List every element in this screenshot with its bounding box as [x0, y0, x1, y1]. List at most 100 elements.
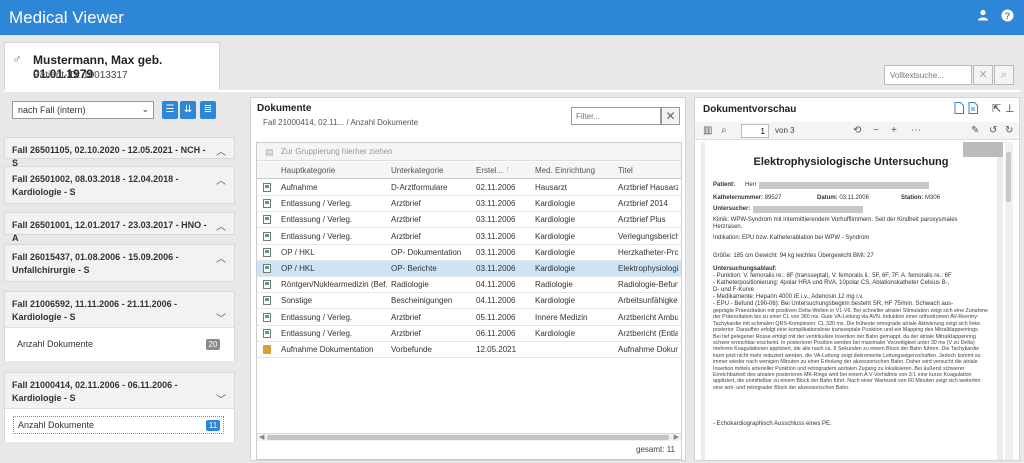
- case-item[interactable]: Fall 26015437, 01.08.2006 - 15.09.2006 -…: [4, 244, 235, 282]
- patient-salutation: Herr: [745, 182, 757, 188]
- table-row[interactable]: Entlassung / Verleg. Arztbrief 03.11.2006 K…: [257, 229, 681, 245]
- grouping-select[interactable]: nach Fall (intern) ⌄: [12, 101, 154, 119]
- table-cell: 12.05.2021: [476, 345, 517, 354]
- case-item[interactable]: Fall 26501002, 08.03.2018 - 12.04.2018 -…: [4, 166, 235, 204]
- pdf-viewport[interactable]: Elektrophysiologische Untersuchung Patie…: [701, 142, 1003, 460]
- column-header[interactable]: Titel: [618, 166, 633, 175]
- grouping-drop-zone[interactable]: ▤ Zur Gruppierung hierher ziehen: [257, 143, 681, 161]
- table-cell: Arztbrief: [391, 199, 421, 209]
- table-row[interactable]: Sonstige Bescheinigungen 04.11.2006 Kardiol…: [257, 293, 681, 310]
- grid-header: Hauptkategorie Unterkategorie Erstel... …: [257, 162, 681, 179]
- rotate-icon[interactable]: ⟲: [853, 125, 861, 136]
- case-title: Fall 21000414, 02.11.2006 - 06.11.2006 -…: [12, 380, 178, 403]
- rotate-right-icon[interactable]: ↻: [1005, 125, 1013, 136]
- table-row[interactable]: Entlassung / Verleg. Arztbrief 05.11.2006 I…: [257, 310, 681, 326]
- case-item[interactable]: Fall 26501105, 02.10.2020 - 12.05.2021 -…: [4, 137, 235, 168]
- table-cell: Verlegungsbericht (vc: [618, 231, 678, 241]
- table-cell: Radiologie: [535, 280, 573, 290]
- clear-search-button[interactable]: ✕: [973, 65, 993, 85]
- fulltext-search-input[interactable]: [884, 65, 972, 85]
- document-icon: [263, 312, 271, 322]
- chevron-up-icon[interactable]: ︿: [216, 250, 226, 265]
- scroll-right-icon[interactable]: ▶: [674, 433, 679, 441]
- table-row[interactable]: Röntgen/Nuklearmedizin (Bef... Radiologie…: [257, 277, 681, 294]
- table-cell: 03.11.2006: [476, 247, 516, 257]
- sidebar-toggle-icon[interactable]: ▥: [703, 125, 712, 136]
- help-icon[interactable]: ?: [999, 9, 1015, 25]
- table-row[interactable]: Entlassung / Verleg. Arztbrief 03.11.2006 K…: [257, 196, 681, 213]
- table-row[interactable]: Aufnahme Dokumentation Vorbefunde 12.05.20…: [257, 342, 681, 358]
- pin-icon[interactable]: ⊥: [1005, 102, 1015, 115]
- table-cell: Arztbrief: [391, 231, 421, 241]
- chevron-up-icon[interactable]: ︿: [216, 172, 226, 187]
- column-header[interactable]: Erstel...: [476, 166, 503, 175]
- epu-line: - EPU - Befund (190-06): Bei Untersuchun…: [713, 301, 954, 307]
- table-cell: Radiologie: [391, 280, 429, 290]
- table-row[interactable]: Aufnahme D-Arztformulare 02.11.2006 Hausarz…: [257, 180, 681, 196]
- chevron-up-icon[interactable]: ︿: [216, 143, 226, 158]
- preview-scrollbar[interactable]: [1005, 142, 1013, 460]
- clear-filter-button[interactable]: ✕: [661, 107, 680, 125]
- documents-filter-input[interactable]: [571, 107, 661, 125]
- list-view-button[interactable]: ☰: [162, 101, 178, 119]
- scrollbar-thumb[interactable]: [1006, 152, 1011, 202]
- table-cell: Vorbefunde: [391, 345, 432, 354]
- page-number-input[interactable]: [741, 124, 769, 138]
- expand-all-button[interactable]: ⇊: [180, 101, 196, 119]
- table-cell: Aufnahme Dokumentation: [618, 345, 678, 354]
- document-count-label[interactable]: Anzahl Dokumente: [17, 339, 93, 349]
- case-item[interactable]: Fall 21000414, 02.11.2006 - 06.11.2006 -…: [4, 372, 235, 442]
- more-icon[interactable]: ⋯: [911, 125, 921, 136]
- scroll-left-icon[interactable]: ◀: [259, 433, 264, 441]
- table-cell: Arztbrief Hausarzt: [618, 183, 678, 192]
- detail-list-button[interactable]: ≣: [200, 101, 216, 119]
- zoom-in-icon[interactable]: +: [891, 125, 897, 136]
- table-cell: Arztbrief: [391, 215, 421, 225]
- table-row[interactable]: Entlassung / Verleg. Arztbrief 06.11.2006 K…: [257, 326, 681, 342]
- documents-title: Dokumente: [257, 103, 312, 114]
- table-row[interactable]: OP / HKL OP- Berichte 03.11.2006 Kardiologi…: [257, 261, 681, 277]
- column-header[interactable]: Med. Einrichtung: [535, 166, 595, 175]
- document-icon: [263, 215, 271, 225]
- table-cell: Entlassung / Verleg.: [281, 312, 353, 322]
- case-item[interactable]: Fall 26501001, 12.01.2017 - 23.03.2017 -…: [4, 212, 235, 243]
- zoom-out-icon[interactable]: −: [873, 125, 879, 136]
- search-button[interactable]: ⌕: [994, 65, 1014, 85]
- column-header[interactable]: Unterkategorie: [391, 166, 443, 175]
- documents-total: gesamt: 11: [636, 445, 675, 454]
- search-icon[interactable]: ⌕: [721, 125, 727, 136]
- chevron-up-icon[interactable]: ︿: [216, 218, 226, 233]
- table-cell: 03.11.2006: [476, 199, 516, 209]
- document-list-icon[interactable]: [968, 102, 978, 117]
- document-count-label[interactable]: Anzahl Dokumente: [18, 420, 94, 430]
- table-cell: OP- Berichte: [391, 264, 437, 273]
- user-icon[interactable]: [975, 9, 991, 25]
- column-header[interactable]: Hauptkategorie: [281, 166, 335, 175]
- table-cell: 03.11.2006: [476, 264, 516, 273]
- documents-panel: Dokumente Fall 21000414, 02.11... / Anza…: [250, 97, 686, 461]
- scrollbar-thumb[interactable]: [267, 435, 669, 440]
- open-external-icon[interactable]: ⇱: [992, 102, 1001, 115]
- table-cell: 05.11.2006: [476, 312, 516, 322]
- table-row[interactable]: OP / HKL OP- Dokumentation 03.11.2006 Kardi…: [257, 245, 681, 261]
- table-cell: Röntgen/Nuklearmedizin (Bef...: [281, 280, 387, 290]
- app-title: Medical Viewer: [9, 8, 124, 27]
- patient-id: Patient-ID: 10013317: [33, 70, 128, 81]
- table-row[interactable]: Entlassung / Verleg. Arztbrief 03.11.2006 K…: [257, 212, 681, 229]
- horizontal-scrollbar[interactable]: ◀ ▶: [257, 433, 681, 441]
- chevron-down-icon[interactable]: ﹀: [216, 310, 226, 325]
- table-cell: Kardiologie: [535, 328, 576, 338]
- document-icon[interactable]: [954, 102, 964, 117]
- redacted-name: [759, 182, 929, 189]
- table-cell: Hausarzt: [535, 183, 568, 192]
- table-cell: Arbeitsunfähigkeitsbe: [618, 296, 678, 306]
- table-cell: Sonstige: [281, 296, 313, 306]
- document-icon: [263, 264, 271, 273]
- table-cell: Bescheinigungen: [391, 296, 453, 306]
- table-cell: OP / HKL: [281, 247, 315, 257]
- procedure-heading: Untersuchungsablauf:: [713, 266, 777, 272]
- rotate-left-icon[interactable]: ↺: [989, 125, 997, 136]
- chevron-down-icon[interactable]: ﹀: [216, 391, 226, 406]
- case-item[interactable]: Fall 21006592, 11.11.2006 - 21.11.2006 -…: [4, 291, 235, 361]
- comment-icon[interactable]: ✎: [971, 125, 979, 136]
